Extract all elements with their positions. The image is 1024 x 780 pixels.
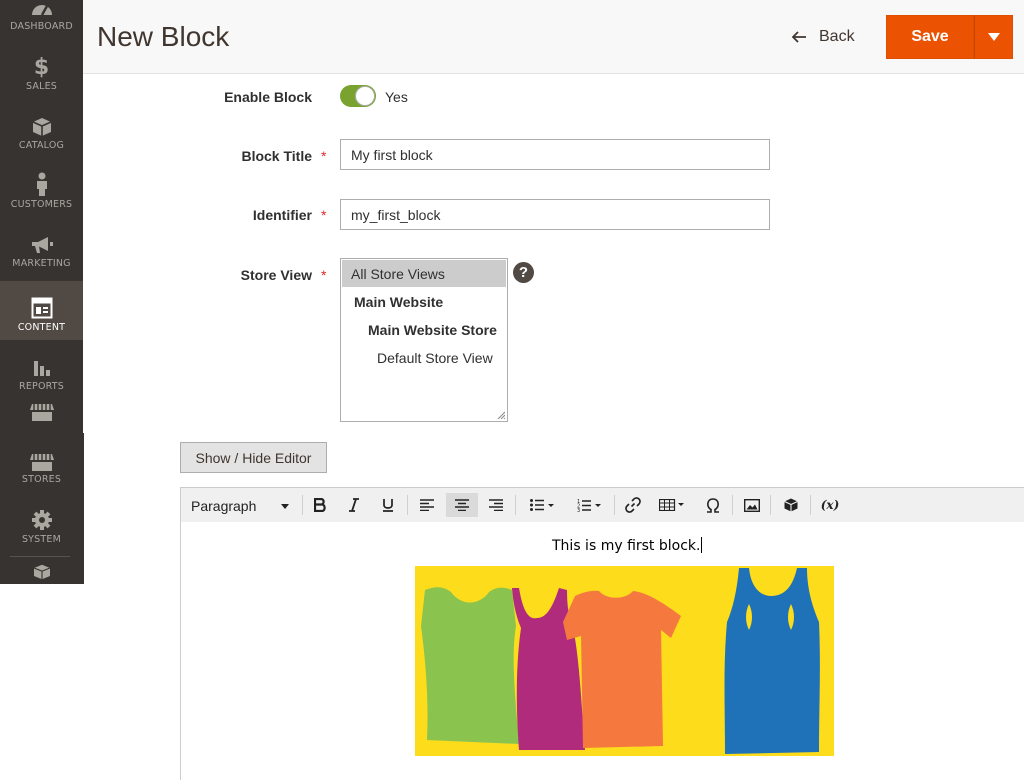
back-button[interactable]: Back xyxy=(792,25,855,49)
bullet-list-icon xyxy=(530,499,554,511)
cube-icon xyxy=(33,564,50,580)
toolbar-separator xyxy=(515,495,516,515)
special-character-button[interactable] xyxy=(700,493,726,517)
required-asterisk: * xyxy=(321,148,327,164)
align-center-button[interactable] xyxy=(446,493,478,517)
nav-dashboard[interactable]: Dashboard xyxy=(0,0,83,39)
editor-paragraph: This is my first block. xyxy=(552,538,701,554)
person-icon xyxy=(36,172,47,196)
italic-button[interactable] xyxy=(342,493,366,517)
table-icon xyxy=(659,499,684,511)
insert-widget-button[interactable] xyxy=(778,493,804,517)
store-view-multiselect[interactable]: All Store Views Main Website Main Websit… xyxy=(340,258,508,422)
help-icon[interactable]: ? xyxy=(513,262,534,283)
image-icon xyxy=(744,498,760,512)
numbered-list-button[interactable]: 123 xyxy=(569,493,609,517)
caret-down-icon xyxy=(281,503,289,509)
nav-customers[interactable]: Customers xyxy=(0,158,83,217)
storefront-icon xyxy=(29,453,54,471)
toolbar-separator xyxy=(810,495,811,515)
nav-marketing[interactable]: Marketing xyxy=(0,217,83,276)
format-dropdown-value: Paragraph xyxy=(191,498,257,514)
save-button[interactable]: Save xyxy=(886,15,974,59)
nav-marketing-label: Marketing xyxy=(12,257,71,269)
identifier-input[interactable] xyxy=(340,199,770,230)
t-shirts-on-yellow-image[interactable] xyxy=(415,566,834,756)
required-asterisk: * xyxy=(321,207,327,223)
show-hide-editor-button[interactable]: Show / Hide Editor xyxy=(180,442,327,473)
bullet-list-button[interactable] xyxy=(522,493,562,517)
numbered-list-icon: 123 xyxy=(577,499,601,512)
store-view-option-website[interactable]: Main Website xyxy=(342,288,506,315)
text-caret xyxy=(701,537,703,553)
nav-catalog-label: Catalog xyxy=(18,139,65,151)
store-view-option-all[interactable]: All Store Views xyxy=(342,260,506,287)
nav-sales-label: Sales xyxy=(25,80,58,92)
store-view-label: Store View xyxy=(240,267,312,283)
align-right-icon xyxy=(489,499,503,511)
caret-down-icon xyxy=(987,33,1000,41)
nav-stores[interactable]: Stores xyxy=(0,433,83,492)
align-left-button[interactable] xyxy=(414,493,440,517)
layout-icon xyxy=(31,297,52,318)
nav-catalog[interactable]: Catalog xyxy=(0,99,83,158)
megaphone-icon xyxy=(31,236,53,253)
toolbar-separator xyxy=(732,495,733,515)
required-asterisk: * xyxy=(321,267,327,283)
store-view-option-default[interactable]: Default Store View xyxy=(342,344,506,371)
insert-variable-button[interactable]: (x) xyxy=(816,493,844,517)
bar-chart-icon xyxy=(33,360,50,376)
nav-system[interactable]: System xyxy=(0,493,83,552)
toolbar-separator xyxy=(302,495,303,515)
underline-button[interactable] xyxy=(376,493,400,517)
resize-handle-icon[interactable] xyxy=(497,411,505,419)
align-center-icon xyxy=(455,499,469,511)
block-title-input[interactable] xyxy=(340,139,770,170)
bold-icon xyxy=(314,498,326,512)
enable-block-value: Yes xyxy=(385,89,408,105)
toolbar-separator xyxy=(614,495,615,515)
align-left-icon xyxy=(420,499,434,511)
align-right-button[interactable] xyxy=(483,493,509,517)
insert-link-button[interactable] xyxy=(621,493,645,517)
nav-dashboard-label: Dashboard xyxy=(10,20,73,32)
underline-icon xyxy=(383,499,393,512)
widget-cube-icon xyxy=(784,498,798,512)
dashboard-icon xyxy=(31,4,52,16)
nav-extensions[interactable] xyxy=(0,548,83,584)
nav-sales[interactable]: $ Sales xyxy=(0,40,83,99)
bold-button[interactable] xyxy=(308,493,332,517)
storefront-icon xyxy=(29,404,54,421)
dollar-icon: $ xyxy=(33,54,50,80)
switch-knob xyxy=(355,86,375,106)
save-options-toggle[interactable] xyxy=(974,15,1013,59)
arrow-left-icon xyxy=(792,31,806,43)
back-button-label: Back xyxy=(819,28,855,45)
toolbar-separator xyxy=(770,495,771,515)
insert-image-button[interactable] xyxy=(740,493,764,517)
toolbar-separator xyxy=(407,495,408,515)
italic-icon xyxy=(349,498,359,512)
identifier-label: Identifier xyxy=(252,207,312,223)
link-icon xyxy=(625,497,641,513)
store-view-option-store[interactable]: Main Website Store xyxy=(342,316,506,343)
page-title: New Block xyxy=(97,21,230,52)
box-icon xyxy=(32,117,51,136)
format-dropdown[interactable]: Paragraph xyxy=(191,494,295,518)
enable-block-label: Enable Block xyxy=(224,89,312,105)
omega-icon xyxy=(707,498,719,513)
nav-system-label: System xyxy=(21,533,62,545)
nav-content[interactable]: Content xyxy=(0,281,83,340)
nav-store-partial[interactable] xyxy=(0,388,83,433)
svg-text:3: 3 xyxy=(577,508,580,512)
editor-content-text[interactable]: This is my first block. xyxy=(552,537,703,554)
gear-icon xyxy=(31,509,52,530)
nav-customers-label: Customers xyxy=(10,198,73,210)
nav-stores-label: Stores xyxy=(21,473,62,485)
block-title-label: Block Title xyxy=(241,148,312,164)
enable-block-switch[interactable] xyxy=(340,85,376,107)
nav-content-label: Content xyxy=(17,321,66,333)
insert-table-button[interactable] xyxy=(654,493,690,517)
